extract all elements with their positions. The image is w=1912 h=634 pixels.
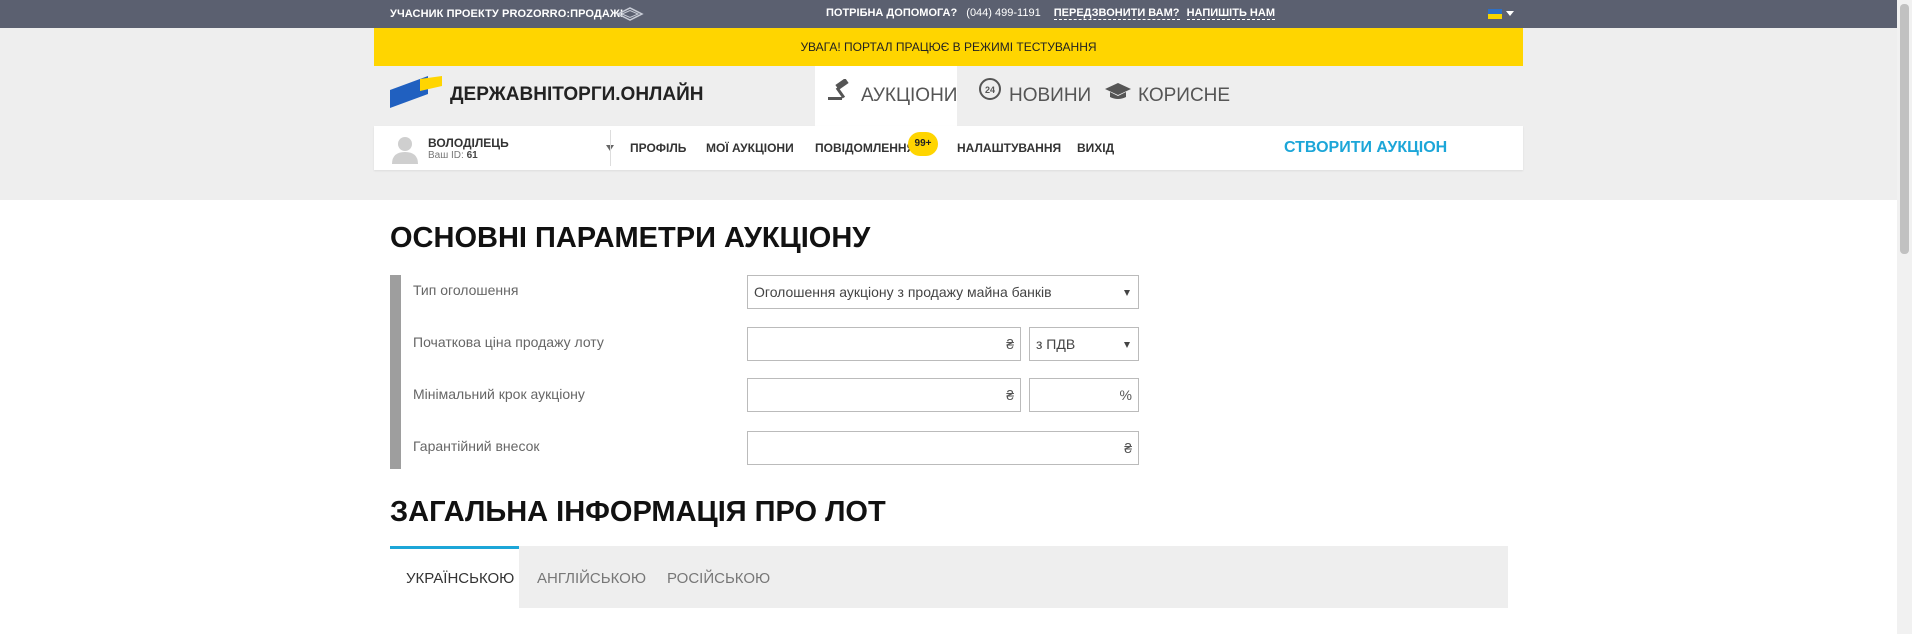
- create-auction-button[interactable]: СТВОРИТИ АУКЦІОН: [1284, 126, 1447, 170]
- user-id: Ваш ID: 61: [428, 150, 478, 161]
- tab-russian[interactable]: РОСІЙСЬКОЮ: [667, 546, 770, 608]
- tab-news-label: НОВИНИ: [1009, 85, 1092, 107]
- announcement-type-value: Оголошення аукціону з продажу майна банк…: [754, 284, 1052, 300]
- min-step-input[interactable]: ₴: [747, 378, 1021, 412]
- menu-profile[interactable]: ПРОФІЛЬ: [630, 126, 686, 170]
- guarantee-label: Гарантійний внесок: [413, 438, 540, 454]
- menu-messages[interactable]: ПОВІДОМЛЕННЯ: [815, 126, 915, 170]
- avatar-icon: [392, 137, 418, 164]
- guarantee-input[interactable]: ₴: [747, 431, 1139, 465]
- user-name: ВОЛОДІЛЕЦЬ: [428, 136, 509, 150]
- write-us-link[interactable]: НАПИШІТЬ НАМ: [1186, 7, 1275, 20]
- messages-count-badge: 99+: [908, 132, 938, 156]
- callback-link[interactable]: ПЕРЕДЗВОНИТИ ВАМ?: [1053, 7, 1180, 20]
- help-block: ПОТРІБНА ДОПОМОГА? (044) 499-1191 ПЕРЕДЗ…: [826, 0, 1275, 26]
- help-text: ПОТРІБНА ДОПОМОГА?: [826, 7, 958, 19]
- tab-useful-label: КОРИСНЕ: [1138, 85, 1231, 107]
- start-price-label: Початкова ціна продажу лоту: [413, 334, 604, 350]
- menu-logout[interactable]: ВИХІД: [1077, 126, 1114, 170]
- testing-warning-banner: УВАГА! ПОРТАЛ ПРАЦЮЄ В РЕЖИМІ ТЕСТУВАННЯ: [374, 28, 1523, 66]
- brand-name: ДЕРЖАВНІТОРГИ.ОНЛАЙН: [450, 84, 704, 105]
- vat-value: з ПДВ: [1036, 336, 1076, 352]
- hryvnia-icon: ₴: [1006, 336, 1014, 352]
- vat-select[interactable]: з ПДВ: [1029, 327, 1139, 361]
- page-scrollbar[interactable]: [1897, 0, 1912, 634]
- user-subnav: ВОЛОДІЛЕЦЬ Ваш ID: 61 ПРОФІЛЬ МОЇ АУКЦІО…: [374, 126, 1523, 170]
- language-selector[interactable]: [1488, 9, 1516, 21]
- tab-ukrainian[interactable]: УКРАЇНСЬКОЮ: [390, 546, 519, 608]
- section-title-auction-params: ОСНОВНІ ПАРАМЕТРИ АУКЦІОНУ: [390, 222, 871, 254]
- svg-text:24: 24: [985, 85, 995, 95]
- announcement-type-label: Тип оголошення: [413, 282, 519, 298]
- news-24-icon: 24: [977, 66, 1003, 126]
- min-step-percent-input[interactable]: %: [1029, 378, 1139, 412]
- min-step-label: Мінімальний крок аукціону: [413, 386, 585, 402]
- language-tabs: УКРАЇНСЬКОЮ АНГЛІЙСЬКОЮ РОСІЙСЬКОЮ: [390, 546, 1508, 608]
- menu-settings[interactable]: НАЛАШТУВАННЯ: [957, 126, 1061, 170]
- section-title-lot-info: ЗАГАЛЬНА ІНФОРМАЦІЯ ПРО ЛОТ: [390, 496, 886, 528]
- user-menu[interactable]: ВОЛОДІЛЕЦЬ Ваш ID: 61: [390, 134, 615, 164]
- menu-my-auctions[interactable]: МОЇ АУКЦІОНИ: [706, 126, 794, 170]
- hryvnia-icon: ₴: [1124, 440, 1132, 456]
- chevron-down-icon: [1506, 11, 1514, 16]
- tab-auctions[interactable]: АУКЦІОНИ: [815, 66, 957, 126]
- hryvnia-icon: ₴: [1006, 387, 1014, 403]
- gavel-icon: [827, 66, 855, 126]
- prozorro-member-text: УЧАСНИК ПРОЕКТУ PROZORRO:ПРОДАЖІ: [390, 8, 624, 20]
- select-arrow-icon: [1124, 342, 1130, 348]
- prozorro-logo-icon[interactable]: [616, 5, 644, 23]
- tab-useful[interactable]: КОРИСНЕ: [1092, 66, 1232, 126]
- announcement-type-select[interactable]: Оголошення аукціону з продажу майна банк…: [747, 275, 1139, 309]
- brand-logo-icon: [390, 76, 442, 108]
- start-price-input[interactable]: ₴: [747, 327, 1021, 361]
- help-phone[interactable]: (044) 499-1191: [966, 7, 1040, 19]
- percent-icon: %: [1119, 387, 1132, 403]
- scrollbar-thumb[interactable]: [1900, 4, 1909, 254]
- ua-flag-icon: [1488, 9, 1502, 19]
- select-arrow-icon: [1124, 290, 1130, 296]
- divider: [610, 130, 611, 166]
- tab-auctions-label: АУКЦІОНИ: [861, 85, 958, 107]
- tab-english[interactable]: АНГЛІЙСЬКОЮ: [537, 546, 646, 608]
- section-accent-bar: [390, 275, 401, 469]
- graduation-cap-icon: [1104, 66, 1132, 126]
- tab-news[interactable]: 24 НОВИНИ: [965, 66, 1091, 126]
- user-id-label: Ваш ID:: [428, 150, 464, 161]
- top-bar: УЧАСНИК ПРОЕКТУ PROZORRO:ПРОДАЖІ ПОТРІБН…: [0, 0, 1897, 28]
- user-id-value: 61: [466, 150, 478, 161]
